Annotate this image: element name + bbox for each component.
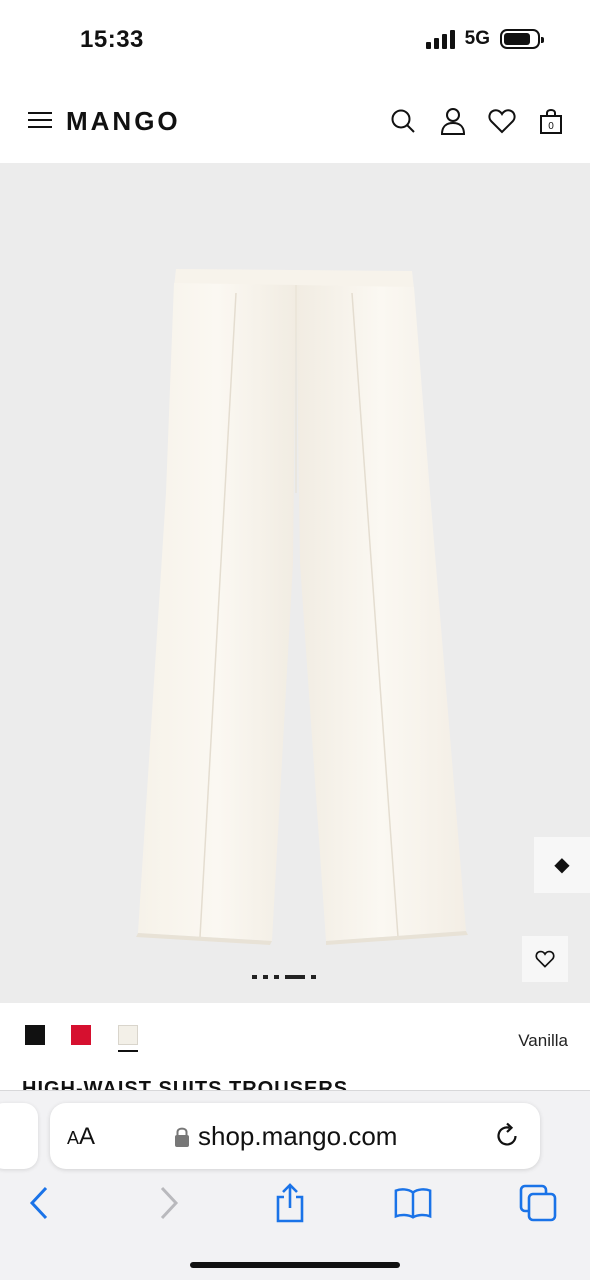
address-bar[interactable]: AA shop.mango.com: [50, 1103, 540, 1169]
menu-icon[interactable]: [28, 112, 52, 132]
brand-logo[interactable]: MANGO: [66, 106, 181, 137]
reload-icon[interactable]: [492, 1121, 522, 1151]
url-display[interactable]: shop.mango.com: [174, 1121, 397, 1152]
color-swatch-vanilla[interactable]: [118, 1025, 138, 1052]
site-header: MANGO 0: [0, 92, 590, 154]
url-text: shop.mango.com: [198, 1121, 398, 1151]
color-swatch-black[interactable]: [25, 1025, 45, 1045]
network-label: 5G: [464, 28, 490, 49]
color-swatch-red[interactable]: [71, 1025, 91, 1045]
forward-icon[interactable]: [148, 1183, 188, 1223]
product-photo: [136, 269, 468, 945]
gallery-pagination: [252, 975, 316, 979]
previous-tab-preview[interactable]: [0, 1103, 38, 1169]
status-time: 15:33: [80, 26, 144, 53]
gallery-dot[interactable]: [252, 975, 257, 979]
gallery-dot[interactable]: [311, 975, 316, 979]
wishlist-icon[interactable]: [487, 106, 517, 136]
diamond-icon: ◆: [554, 854, 570, 876]
bag-icon[interactable]: 0: [536, 106, 566, 136]
battery-icon: [500, 29, 544, 49]
status-bar: 15:33 5G: [0, 0, 590, 80]
selected-color-name: Vanilla: [518, 1031, 568, 1050]
lock-icon: [175, 1127, 189, 1147]
product-image-gallery[interactable]: ◆: [0, 163, 590, 1003]
home-indicator: [190, 1262, 400, 1268]
signal-icon: [425, 29, 455, 49]
status-indicators: 5G: [425, 28, 544, 50]
battery-fill: [504, 33, 530, 45]
share-icon[interactable]: [270, 1183, 310, 1223]
bookmarks-icon[interactable]: [393, 1183, 433, 1223]
bag-count: 0: [548, 121, 554, 132]
gallery-dot[interactable]: [274, 975, 279, 979]
browser-toolbar: AA shop.mango.com: [0, 1090, 590, 1280]
tabs-icon[interactable]: [518, 1183, 558, 1223]
heart-icon: [535, 950, 555, 968]
back-icon[interactable]: [20, 1183, 60, 1223]
reader-settings-button[interactable]: AA: [67, 1123, 95, 1151]
gallery-dot[interactable]: [285, 975, 305, 979]
gallery-dot[interactable]: [263, 975, 268, 979]
sustainability-badge-button[interactable]: ◆: [534, 837, 590, 893]
add-to-wishlist-button[interactable]: [522, 936, 568, 982]
color-selector: Vanilla: [0, 1003, 590, 1077]
search-icon[interactable]: [388, 106, 418, 136]
account-icon[interactable]: [438, 106, 468, 136]
